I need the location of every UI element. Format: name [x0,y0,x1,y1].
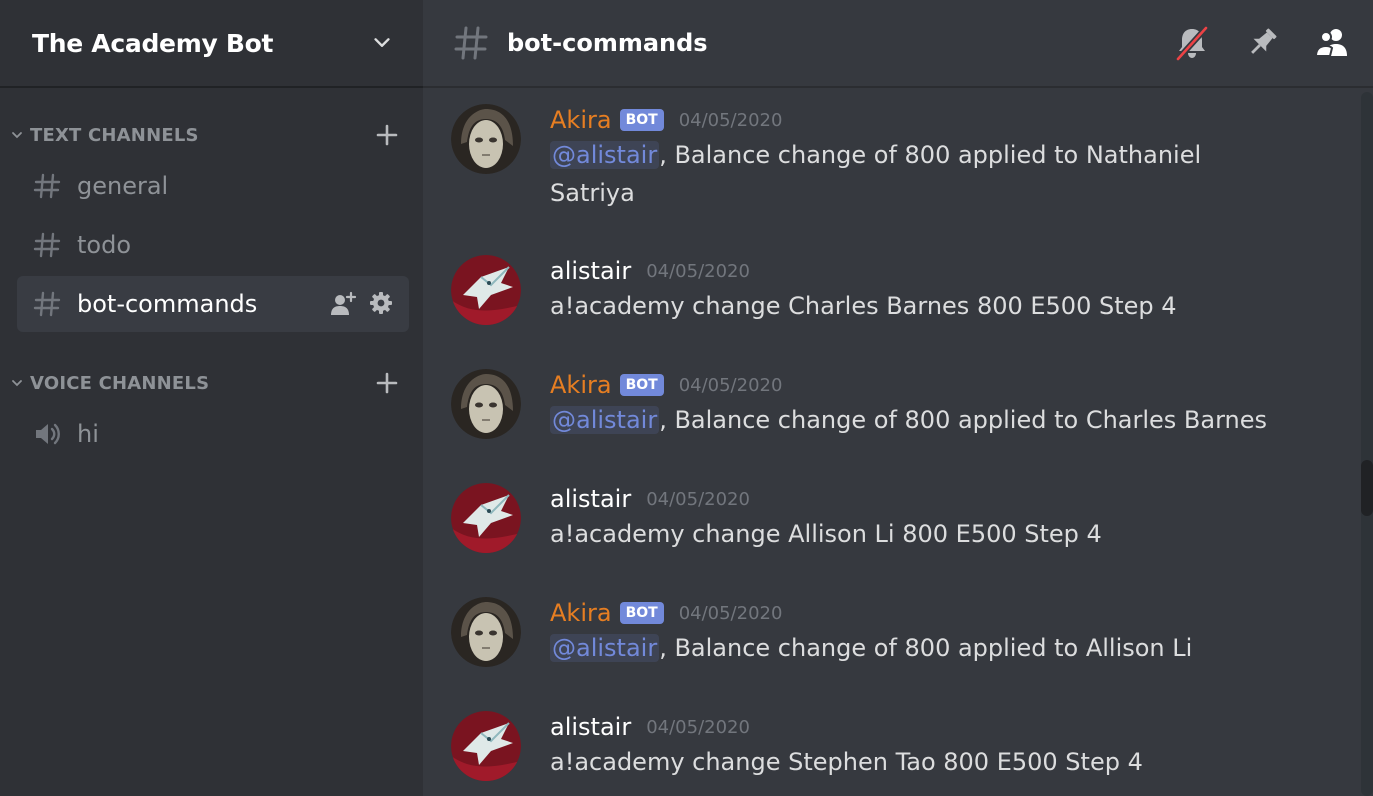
gear-icon[interactable] [369,291,393,315]
add-channel-icon[interactable] [374,370,400,396]
scrollbar-thumb[interactable] [1361,460,1373,516]
channel-general[interactable]: general [17,158,409,214]
message-text: , Balance change of 800 applied to Allis… [659,634,1193,662]
timestamp: 04/05/2020 [646,260,750,282]
author-name[interactable]: Akira [550,371,612,399]
message-content: @alistair, Balance change of 800 applied… [550,629,1330,667]
channel-actions [329,291,393,317]
channel-sidebar: The Academy Bot TEXT CHANNELS general to… [0,0,423,796]
akira-avatar-image [451,597,521,667]
category-label: TEXT CHANNELS [30,124,199,146]
bot-badge: BOT [619,602,664,624]
chevron-down-icon[interactable] [371,32,393,54]
user-mention[interactable]: @alistair [550,406,660,434]
message-text: , Balance change of 800 applied to Charl… [659,406,1268,434]
hash-icon [454,26,488,60]
channel-label: general [77,172,169,200]
channel-todo[interactable]: todo [17,217,409,273]
guild-name: The Academy Bot [32,28,274,58]
author-name[interactable]: Akira [550,599,612,627]
message-content: @alistair, Balance change of 800 applied… [550,401,1330,439]
avatar[interactable] [451,711,521,781]
channel-label: hi [77,420,99,448]
timestamp: 04/05/2020 [678,109,783,131]
avatar[interactable] [451,597,521,667]
timestamp: 04/05/2020 [646,488,750,510]
message-content: a!academy change Allison Li 800 E500 Ste… [550,520,1102,548]
category-text-channels[interactable]: TEXT CHANNELS [10,120,400,150]
avatar[interactable] [451,255,521,325]
channel-title: bot-commands [507,29,708,57]
speaker-icon [36,423,60,445]
header-toolbar [1173,24,1351,62]
message-content: @alistair, Balance change of 800 applied… [550,136,1330,212]
chat-area: bot-commands Akira BOT 04/05/2020 @alist… [423,0,1373,796]
avatar[interactable] [451,369,521,439]
user-mention[interactable]: @alistair [550,634,660,662]
timestamp: 04/05/2020 [678,602,783,624]
channel-label: bot-commands [77,290,258,318]
alistair-avatar-image [451,483,521,553]
category-label: VOICE CHANNELS [30,372,210,394]
pin-icon[interactable] [1243,24,1281,62]
avatar[interactable] [451,104,521,174]
bell-muted-icon[interactable] [1173,24,1211,62]
channel-header: bot-commands [423,0,1373,88]
scrollbar[interactable] [1357,92,1373,796]
voice-channel-hi[interactable]: hi [17,406,409,462]
scrollbar-track[interactable] [1361,92,1373,796]
hash-icon [33,173,61,199]
alistair-avatar-image [451,255,521,325]
hash-icon [33,232,61,258]
alistair-avatar-image [451,711,521,781]
collapse-chevron-icon [12,380,22,387]
author-name[interactable]: alistair [550,485,631,513]
author-name[interactable]: alistair [550,713,631,741]
akira-avatar-image [451,369,521,439]
collapse-chevron-icon [12,132,22,139]
add-channel-icon[interactable] [374,122,400,148]
avatar[interactable] [451,483,521,553]
message-content: a!academy change Charles Barnes 800 E500… [550,292,1177,320]
bot-badge: BOT [619,374,664,396]
message-text: , Balance change of 800 applied to Natha… [659,141,1202,169]
invite-member-icon[interactable] [329,291,357,317]
message-text-continued: Satriya [550,179,635,207]
author-name[interactable]: Akira [550,106,612,134]
user-mention[interactable]: @alistair [550,141,660,169]
akira-avatar-image [451,104,521,174]
channel-label: todo [77,231,132,259]
bot-badge: BOT [619,109,664,131]
channel-bot-commands[interactable]: bot-commands [17,276,409,332]
guild-header[interactable]: The Academy Bot [0,0,423,88]
hash-icon [33,291,61,317]
message-content: a!academy change Stephen Tao 800 E500 St… [550,748,1143,776]
timestamp: 04/05/2020 [678,374,783,396]
category-voice-channels[interactable]: VOICE CHANNELS [10,368,400,398]
members-icon[interactable] [1313,24,1351,62]
author-name[interactable]: alistair [550,257,631,285]
message-list: Akira BOT 04/05/2020 @alistair, Balance … [423,90,1353,796]
timestamp: 04/05/2020 [646,716,750,738]
